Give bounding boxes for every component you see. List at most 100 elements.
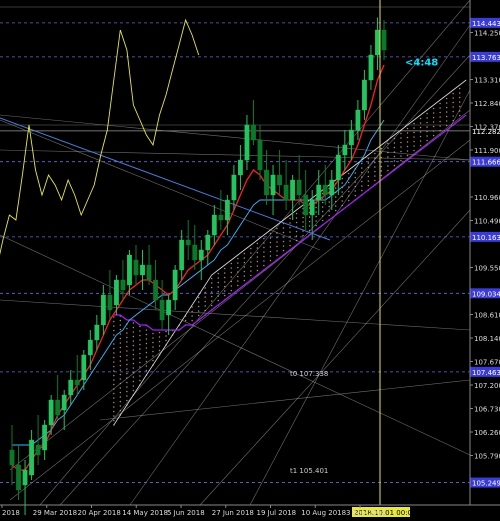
kumo-dot (210, 277, 213, 280)
kumo-dot (132, 349, 135, 351)
kumo-dot (119, 324, 122, 326)
kumo-dot (439, 116, 441, 118)
kumo-dot (387, 147, 389, 149)
kumo-dot (197, 301, 200, 303)
kumo-dot (400, 155, 402, 157)
kumo-dot (113, 365, 115, 368)
candle-body (61, 394, 67, 411)
kumo-dot (113, 374, 115, 377)
kumo-dot (132, 322, 135, 324)
kumo-dot (139, 339, 141, 341)
kumo-dot (132, 340, 135, 342)
kumo-dot (289, 222, 291, 224)
kumo-dot (263, 260, 265, 262)
price-tick-label: 106.730 (474, 406, 500, 414)
candle-body (348, 129, 354, 146)
candle-body (264, 169, 269, 196)
kumo-dot (354, 194, 357, 197)
kumo-dot (126, 372, 128, 375)
kumo-dot (126, 354, 128, 357)
kumo-dot (413, 136, 415, 138)
kumo-dot (165, 339, 167, 342)
candle-body (172, 269, 178, 301)
time-tick-label: 19 Jul 2018 (257, 509, 297, 517)
kumo-dot (419, 135, 422, 138)
kumo-dot (256, 247, 259, 249)
kumo-dot (439, 107, 441, 109)
kumo-dot (315, 211, 317, 213)
kumo-dot (256, 256, 259, 258)
kumo-dot (119, 405, 122, 407)
kumo-dot (439, 120, 441, 123)
kumo-dot (400, 146, 402, 148)
kumo-dot (132, 376, 135, 378)
kumo-dot (191, 319, 193, 322)
kumo-dot (361, 162, 363, 165)
candle-body (107, 294, 113, 311)
kumo-dot (321, 210, 324, 213)
kumo-dot (113, 397, 115, 399)
kumo-dot (374, 175, 376, 177)
candle-body (316, 184, 322, 201)
kumo-dot (380, 170, 383, 172)
kumo-dot (432, 116, 435, 119)
kumo-dot (119, 337, 122, 340)
kumo-dot (113, 392, 115, 395)
kumo-dot (367, 162, 370, 164)
candle-body (133, 259, 139, 276)
kumo-dot (321, 219, 324, 222)
candle-body (198, 249, 204, 261)
kumo-dot (439, 125, 441, 127)
kumo-dot (243, 275, 246, 277)
kumo-dot (158, 336, 161, 338)
kumo-dot (432, 125, 435, 128)
price-tick-label: 110.490 (474, 218, 500, 226)
candle-body (48, 399, 54, 426)
kumo-dot (289, 240, 291, 242)
kumo-dot (126, 386, 128, 388)
kumo-dot (237, 262, 239, 264)
kumo-dot (426, 121, 428, 124)
kumo-dot (361, 167, 363, 169)
kumo-dot (165, 330, 167, 333)
price-tick-label: 111.900 (474, 147, 500, 155)
kumo-dot (250, 252, 252, 254)
candle-body (251, 124, 256, 141)
kumo-dot (452, 106, 454, 108)
kumo-dot (308, 225, 311, 227)
trendline (249, 89, 471, 506)
time-tick-label: 14 May 2018 (122, 509, 168, 517)
annotation-label: t1 114.867 (420, 0, 458, 2)
kumo-dot (426, 112, 428, 115)
kumo-dot (165, 335, 167, 337)
kumo-dot (393, 146, 396, 149)
candle-body (381, 29, 387, 51)
kumo-dot (269, 237, 272, 239)
kumo-dot (204, 305, 206, 307)
kumo-dot (217, 281, 219, 284)
kumo-dot (210, 295, 213, 298)
kumo-dot (269, 259, 272, 262)
kumo-dot (152, 332, 154, 335)
kumo-dot (217, 290, 219, 293)
kumo-dot (152, 359, 154, 362)
kumo-dot (321, 206, 324, 208)
kumo-dot (452, 115, 454, 117)
kumo-dot (315, 224, 317, 227)
kumo-dot (224, 272, 226, 274)
kumo-dot (458, 87, 461, 90)
kumo-dot (276, 245, 278, 248)
kumo-dot (139, 366, 141, 368)
candle-body (42, 424, 48, 451)
candle-body (362, 79, 367, 111)
candle-body (9, 449, 15, 466)
kumo-dot (419, 131, 422, 133)
kumo-dot (269, 246, 272, 248)
kumo-dot (432, 107, 435, 110)
kumo-dot (119, 328, 122, 331)
kumo-dot (302, 225, 304, 228)
kumo-dot (139, 352, 141, 355)
kumo-dot (458, 96, 461, 99)
kumo-dot (126, 381, 128, 384)
kumo-dot (230, 276, 233, 278)
